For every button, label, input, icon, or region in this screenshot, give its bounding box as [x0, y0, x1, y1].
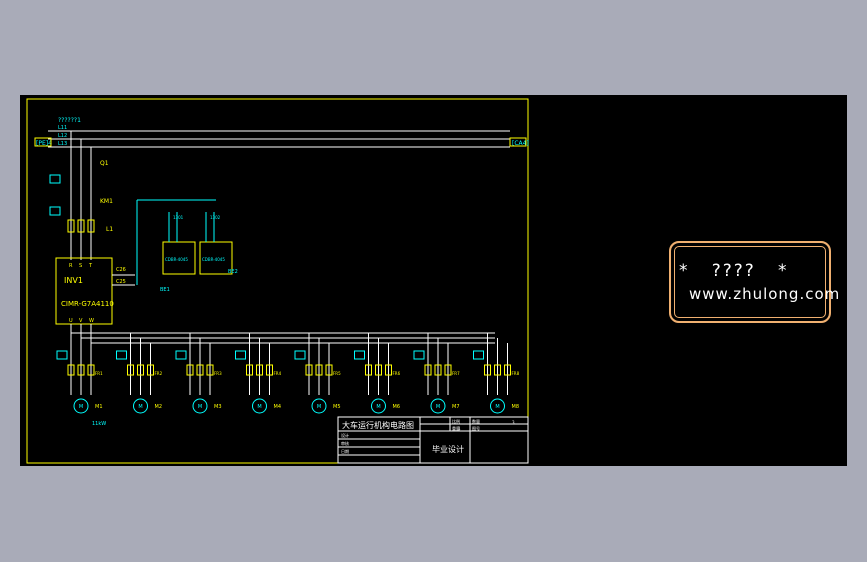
motor-M1-label: M1	[95, 404, 103, 410]
reactor-label: L1	[106, 226, 113, 233]
signal-label-2: C25	[116, 279, 126, 285]
motor-M2-letter: M	[138, 404, 142, 410]
breaker-label: Q1	[100, 160, 109, 167]
bus-label-1: L11	[58, 125, 67, 131]
motor-M3-relay: FR3	[214, 371, 222, 376]
watermark-url: www.zhulong.com	[689, 285, 841, 303]
inverter-input-R: R	[69, 263, 73, 269]
motor-M1-tag	[56, 350, 68, 360]
breaker-tag	[49, 174, 61, 184]
title-field-5: 图号	[472, 425, 480, 431]
motor-M7-relay: FR7	[452, 371, 460, 376]
signal-label-1: C26	[116, 267, 126, 273]
inverter-input-S: S	[79, 263, 82, 269]
motor-M1-letter: M	[79, 404, 83, 410]
motor-M7-letter: M	[436, 404, 440, 410]
motor-M3-letter: M	[198, 404, 202, 410]
motor-M7-label: M7	[452, 404, 460, 410]
title-field-3: 数量	[472, 418, 480, 424]
motor-M5-letter: M	[317, 404, 321, 410]
motor-M5-tag	[294, 350, 306, 360]
brake-resistor-2: 1302	[210, 215, 221, 220]
watermark-stars: * ???? *	[679, 261, 789, 281]
motor-M4-letter: M	[257, 404, 261, 410]
motor-M6-label: M6	[393, 404, 401, 410]
title-field-4: 1	[458, 426, 461, 431]
motor-M1-relay: FR1	[95, 371, 103, 376]
motor-M5-label: M5	[333, 404, 341, 410]
inverter-input-T: T	[88, 263, 93, 269]
brake-unit-label-1: CDBR-4045	[165, 257, 188, 262]
brake-tag-2: BE2	[228, 269, 238, 275]
motor-M4-label: M4	[274, 404, 282, 410]
inverter-output-W: W	[89, 318, 94, 324]
drawing-title: 大车运行机构电路图	[342, 420, 414, 430]
motor-M8-tag	[473, 350, 484, 360]
motor-M8-letter: M	[495, 404, 499, 410]
motor-M4-relay: FR4	[274, 371, 282, 376]
motor-M2-label: M2	[155, 404, 163, 410]
motor-M3-tag	[175, 350, 187, 360]
motor-M2-relay: FR2	[155, 371, 163, 376]
motor-note: 11kW	[92, 421, 106, 427]
inverter-box	[55, 257, 113, 325]
supply-label: ??????1	[58, 117, 81, 124]
motor-M6-letter: M	[376, 404, 380, 410]
motor-M6-relay: FR6	[393, 371, 401, 376]
cad-canvas: L11 L12 L13 ??????1 [PE]4 [CA4] Q1 KM1 L1 INV1 CIM…	[20, 95, 847, 466]
motor-M7-tag	[413, 350, 425, 360]
contactor-tag	[49, 206, 61, 216]
inverter-output-V: V	[79, 318, 83, 324]
title-field-9: 日期	[341, 448, 349, 454]
inverter-output-U: U	[69, 318, 73, 324]
watermark-badge: * ???? * www.zhulong.com	[669, 241, 839, 323]
motor-M8-relay: FR8	[512, 371, 520, 376]
motor-M6-tag	[354, 350, 365, 360]
motor-M3-label: M3	[214, 404, 222, 410]
title-field-8: 审核	[341, 440, 349, 446]
bus-label-3: L13	[58, 141, 67, 147]
contactor-label: KM1	[100, 198, 113, 205]
motor-M5-relay: FR5	[333, 371, 341, 376]
motor-M2-tag	[116, 350, 127, 360]
motor-M8-label: M8	[512, 404, 520, 410]
brake-unit-label-2: CDBR-4045	[202, 257, 225, 262]
brake-tag-1: BE1	[160, 287, 170, 293]
inverter-model: CIMR-G7A4110	[61, 300, 114, 308]
title-field-1: 比例	[452, 418, 460, 424]
project-name: 毕业设计	[432, 444, 464, 454]
title-field-7: 设计	[341, 432, 349, 438]
motor-M4-tag	[235, 350, 246, 360]
bus-label-2: L12	[58, 133, 67, 139]
inverter-title: INV1	[64, 276, 83, 285]
brake-resistor-1: 1301	[173, 215, 184, 220]
